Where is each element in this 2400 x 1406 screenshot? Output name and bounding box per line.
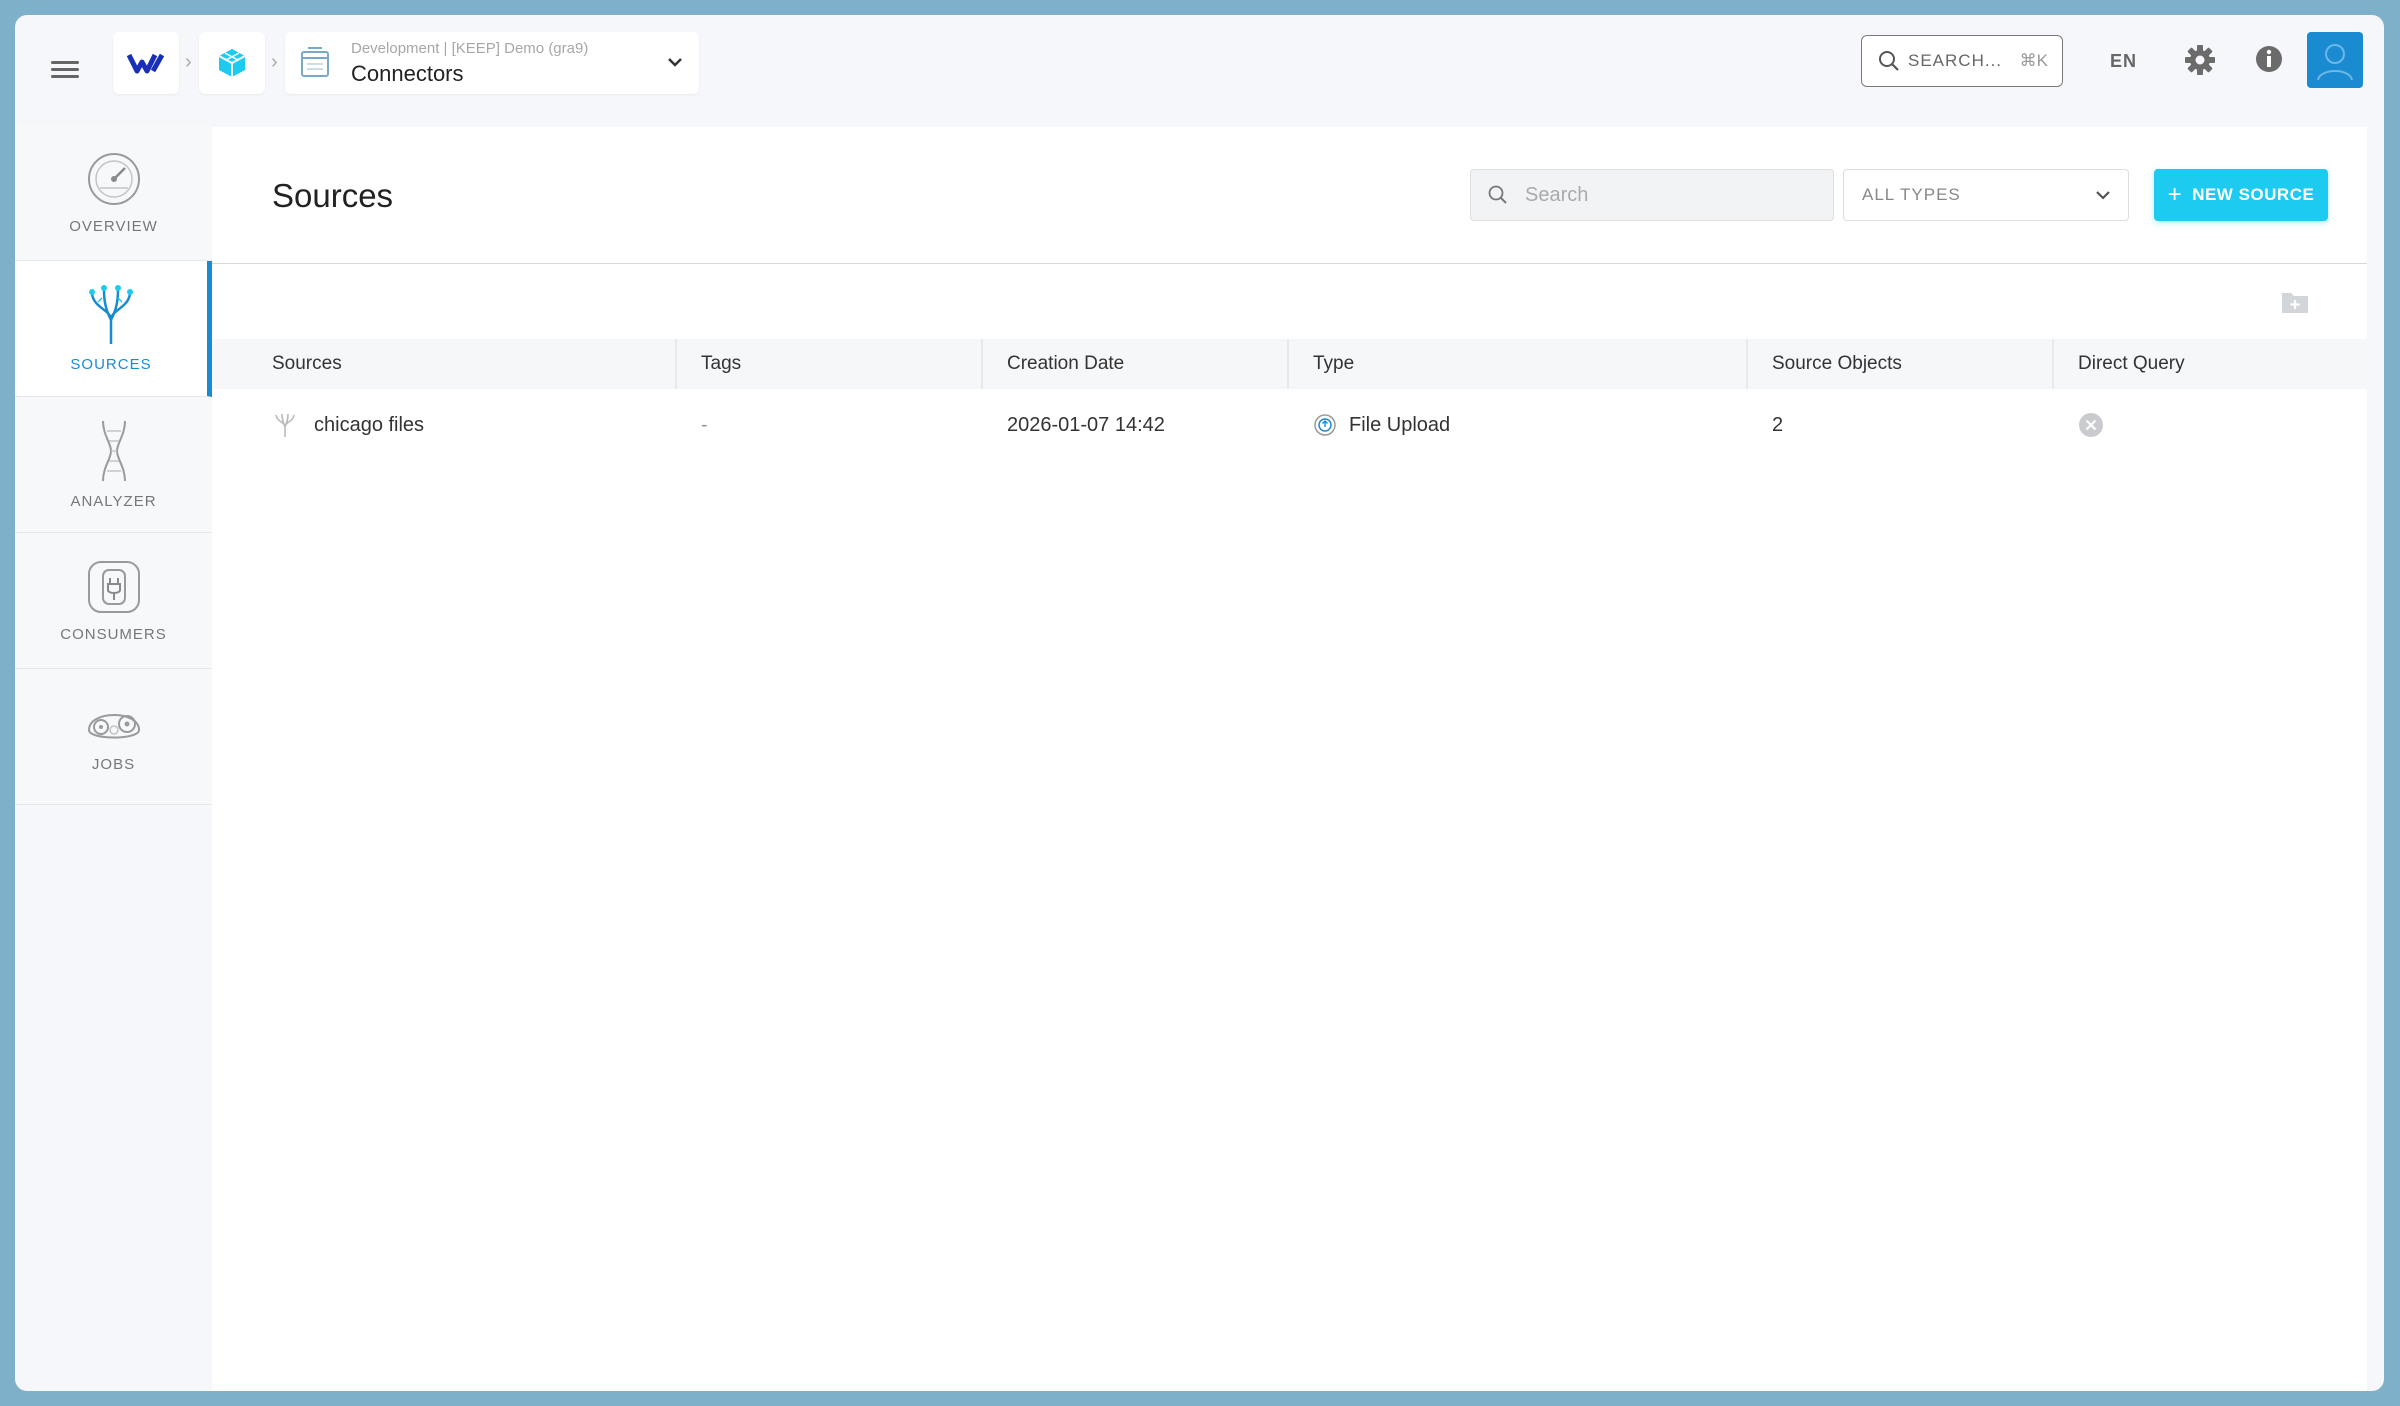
project-title: Connectors — [351, 60, 464, 86]
cell-source-name: chicago files — [212, 389, 677, 461]
app-window: › › Development | [KEEP] Demo (gra9) Con… — [15, 15, 2384, 1391]
sidebar-item-label: OVERVIEW — [69, 218, 158, 235]
sidebar-item-sources[interactable]: SOURCES — [15, 261, 212, 397]
sidebar-item-jobs[interactable]: JOBS — [15, 669, 212, 805]
chevron-down-icon — [2096, 191, 2110, 200]
home-logo-button[interactable] — [113, 32, 179, 94]
consumers-icon — [87, 561, 140, 613]
project-selector[interactable]: Development | [KEEP] Demo (gra9) Connect… — [285, 32, 699, 94]
search-icon — [1879, 51, 1899, 71]
column-header-direct-query[interactable]: Direct Query — [2054, 339, 2367, 389]
table-header: Sources Tags Creation Date Type Source O… — [212, 339, 2367, 389]
language-selector[interactable]: EN — [2110, 51, 2137, 72]
search-icon — [1488, 185, 1507, 204]
page-title: Sources — [272, 177, 394, 214]
sidebar-item-label: JOBS — [91, 756, 136, 773]
disabled-x-icon — [2079, 413, 2103, 437]
cell-direct-query — [2054, 389, 2367, 461]
column-header-type[interactable]: Type — [1289, 339, 1748, 389]
user-avatar[interactable] — [2307, 32, 2363, 88]
main-header: Sources ALL TYPES + NEW SOURCE — [212, 127, 2367, 264]
cube-icon — [218, 49, 246, 77]
table-row[interactable]: chicago files - 2026-01-07 14:42 File Up… — [212, 389, 2367, 461]
cell-type: File Upload — [1289, 389, 1748, 461]
project-subtitle: Development | [KEEP] Demo (gra9) — [351, 39, 589, 57]
sidebar-item-consumers[interactable]: CONSUMERS — [15, 533, 212, 669]
source-type: File Upload — [1349, 414, 1451, 436]
cell-creation-date: 2026-01-07 14:42 — [1007, 414, 1165, 436]
global-search-button[interactable]: SEARCH... ⌘K — [1861, 35, 2063, 87]
source-name[interactable]: chicago files — [314, 389, 424, 461]
sources-search-input[interactable] — [1523, 182, 1807, 208]
column-header-sources[interactable]: Sources — [212, 339, 677, 389]
gear-icon[interactable] — [2183, 43, 2217, 77]
add-folder-icon[interactable] — [2280, 289, 2310, 315]
column-header-source-objects[interactable]: Source Objects — [1748, 339, 2054, 389]
file-upload-icon — [1314, 414, 1336, 436]
type-filter-value: ALL TYPES — [1862, 185, 1961, 204]
sources-icon — [89, 285, 133, 344]
plus-icon: + — [2167, 181, 2183, 208]
sidebar: OVERVIEW SOURCES ANALYZER CONSUMERS JOBS — [15, 125, 212, 808]
sources-table: Sources Tags Creation Date Type Source O… — [212, 339, 2367, 461]
global-search-label: SEARCH... — [1908, 51, 2003, 70]
user-icon — [2317, 44, 2353, 81]
organization-button[interactable] — [199, 32, 265, 94]
logo-icon — [127, 53, 165, 74]
menu-icon[interactable] — [51, 57, 79, 81]
type-filter-select[interactable]: ALL TYPES — [1843, 169, 2129, 221]
cell-source-objects: 2 — [1772, 414, 1784, 436]
sidebar-item-overview[interactable]: OVERVIEW — [15, 125, 212, 261]
chevron-down-icon[interactable] — [665, 52, 685, 72]
search-shortcut: ⌘K — [2019, 51, 2048, 70]
column-header-tags[interactable]: Tags — [677, 339, 983, 389]
project-icon — [301, 47, 329, 77]
sidebar-item-analyzer[interactable]: ANALYZER — [15, 397, 212, 533]
sidebar-item-label: ANALYZER — [70, 493, 157, 510]
breadcrumb-separator: › — [185, 51, 192, 73]
top-bar: › › Development | [KEEP] Demo (gra9) Con… — [15, 15, 2384, 125]
breadcrumb-separator: › — [271, 51, 278, 73]
sidebar-item-label: CONSUMERS — [60, 626, 167, 643]
new-source-label: NEW SOURCE — [2192, 185, 2315, 204]
cell-tags: - — [701, 414, 708, 436]
main-panel: Sources ALL TYPES + NEW SOURCE — [212, 127, 2367, 1391]
source-tree-icon — [275, 413, 295, 437]
analyzer-icon — [101, 420, 126, 482]
sources-search-box — [1470, 169, 1834, 221]
sidebar-item-label: SOURCES — [70, 356, 152, 373]
info-icon[interactable] — [2253, 43, 2285, 75]
jobs-icon — [87, 714, 140, 739]
column-header-creation-date[interactable]: Creation Date — [983, 339, 1289, 389]
new-source-button[interactable]: + NEW SOURCE — [2154, 169, 2328, 221]
overview-icon — [87, 153, 140, 205]
